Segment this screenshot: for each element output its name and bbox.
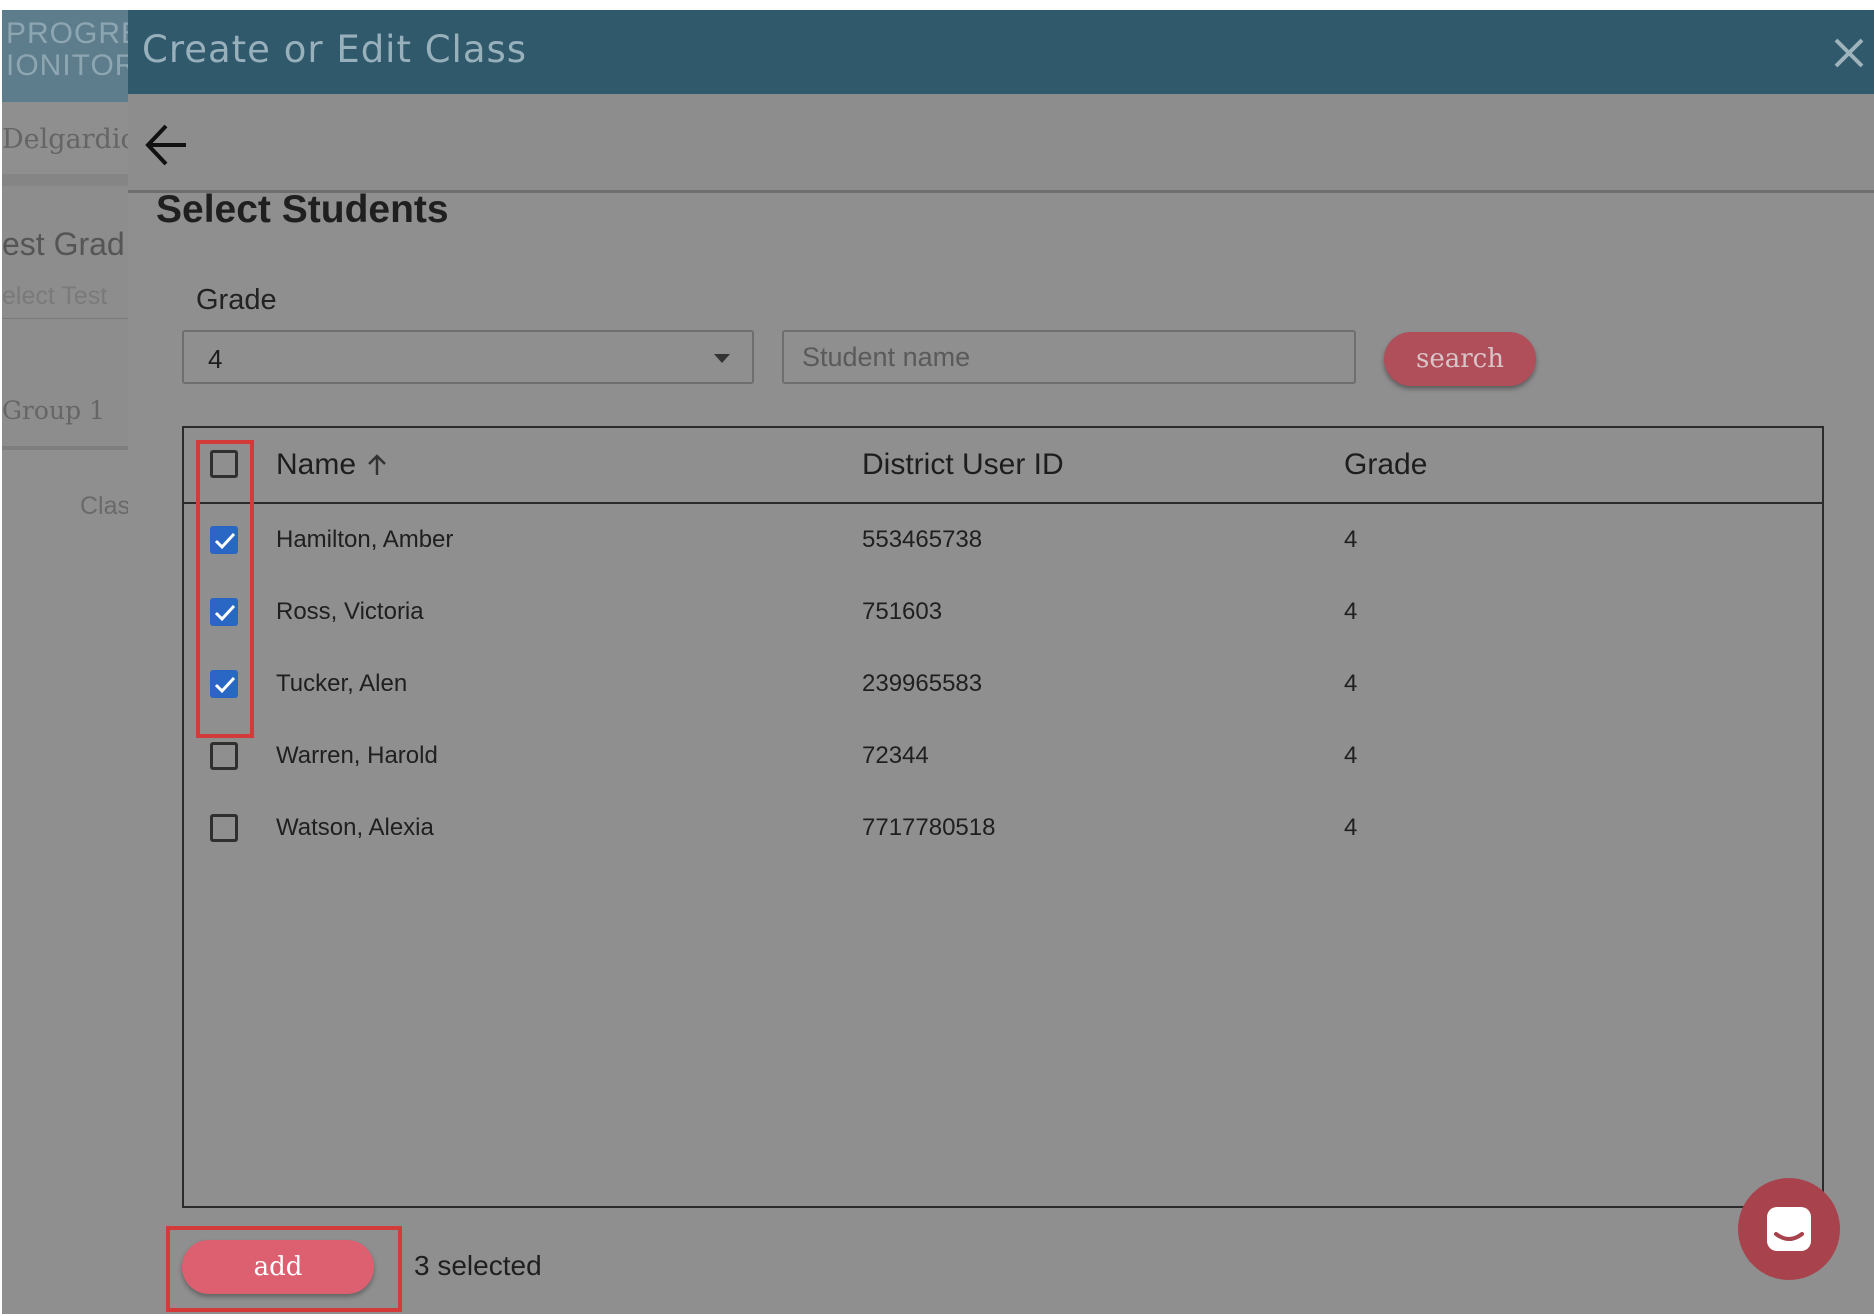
column-header-name[interactable]: Name bbox=[276, 448, 388, 482]
district-id-cell: 72344 bbox=[862, 742, 929, 769]
grade-cell: 4 bbox=[1344, 598, 1358, 625]
students-table: Name District User ID Grade Hamilton, Am… bbox=[182, 426, 1824, 1208]
chat-icon bbox=[1767, 1207, 1811, 1251]
table-row[interactable]: Ross, Victoria 751603 4 bbox=[184, 576, 1822, 648]
modal-toolbar bbox=[128, 94, 1874, 193]
table-row[interactable]: Watson, Alexia 7717780518 4 bbox=[184, 792, 1822, 864]
grade-cell: 4 bbox=[1344, 742, 1358, 769]
modal-header: Create or Edit Class bbox=[128, 10, 1874, 94]
grade-cell: 4 bbox=[1344, 814, 1358, 841]
grade-select-value: 4 bbox=[208, 344, 223, 374]
table-row[interactable]: Hamilton, Amber 553465738 4 bbox=[184, 504, 1822, 576]
column-header-district-id[interactable]: District User ID bbox=[862, 448, 1064, 482]
class-label: Clas bbox=[80, 492, 131, 520]
select-test-field: elect Test bbox=[2, 282, 108, 310]
row-checkbox[interactable] bbox=[210, 814, 238, 842]
search-button[interactable]: search bbox=[1384, 332, 1536, 386]
back-button[interactable] bbox=[142, 120, 192, 170]
logo-line-1: PROGRE bbox=[6, 17, 130, 50]
caret-down-icon bbox=[714, 354, 730, 363]
logo-line-2: IONITOR bbox=[6, 49, 130, 82]
checkbox-highlight-box bbox=[196, 440, 254, 738]
group-label: Group 1 bbox=[2, 396, 105, 425]
close-icon bbox=[1834, 38, 1864, 68]
close-button[interactable] bbox=[1826, 30, 1872, 76]
student-name-cell: Hamilton, Amber bbox=[276, 526, 454, 553]
create-edit-class-modal: Create or Edit Class Select Students Gra… bbox=[128, 10, 1874, 1314]
grade-select[interactable]: 4 bbox=[182, 330, 754, 384]
student-name-cell: Watson, Alexia bbox=[276, 814, 434, 841]
district-id-cell: 553465738 bbox=[862, 526, 983, 553]
row-checkbox[interactable] bbox=[210, 742, 238, 770]
grade-cell: 4 bbox=[1344, 670, 1358, 697]
table-header: Name District User ID Grade bbox=[184, 428, 1822, 504]
grade-cell: 4 bbox=[1344, 526, 1358, 553]
app-logo: PROGRE IONITOR bbox=[2, 10, 130, 102]
student-name-input[interactable] bbox=[782, 330, 1356, 384]
arrow-left-icon bbox=[145, 124, 186, 166]
divider bbox=[2, 446, 130, 450]
student-name-cell: Tucker, Alen bbox=[276, 670, 408, 697]
modal-title: Create or Edit Class bbox=[142, 28, 528, 71]
chat-launcher-button[interactable] bbox=[1738, 1178, 1840, 1280]
district-id-cell: 7717780518 bbox=[862, 814, 996, 841]
selected-count: 3 selected bbox=[414, 1250, 542, 1281]
student-name-cell: Warren, Harold bbox=[276, 742, 438, 769]
grade-label: Grade bbox=[196, 284, 277, 316]
divider bbox=[2, 318, 130, 319]
district-id-cell: 751603 bbox=[862, 598, 943, 625]
column-header-grade[interactable]: Grade bbox=[1344, 448, 1427, 482]
add-button[interactable]: add bbox=[182, 1240, 374, 1294]
district-id-cell: 239965583 bbox=[862, 670, 983, 697]
test-grade-label: est Grad bbox=[2, 226, 125, 262]
arrow-up-icon bbox=[368, 454, 386, 475]
section-title: Select Students bbox=[156, 188, 449, 231]
column-header-name-label: Name bbox=[276, 448, 357, 481]
student-name-cell: Ross, Victoria bbox=[276, 598, 424, 625]
table-row[interactable]: Tucker, Alen 239965583 4 bbox=[184, 648, 1822, 720]
table-row[interactable]: Warren, Harold 72344 4 bbox=[184, 720, 1822, 792]
